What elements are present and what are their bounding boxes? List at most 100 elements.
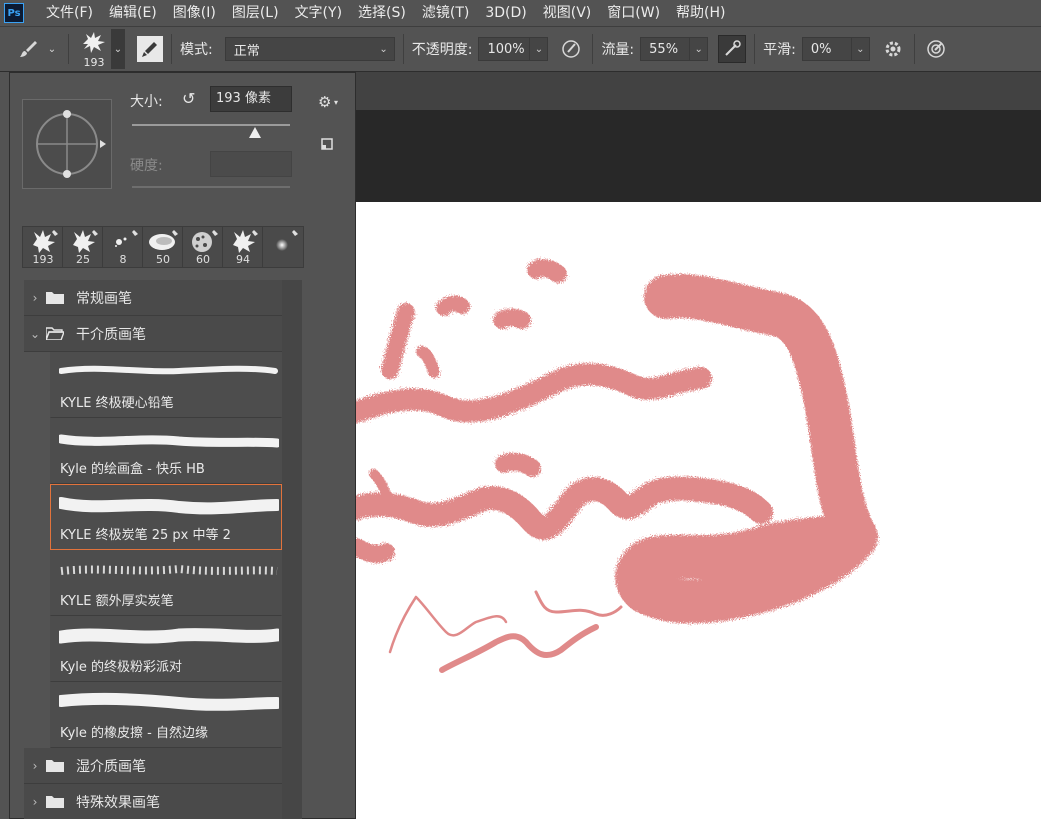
painted-strokes [356,258,878,673]
pencil-line [439,624,599,673]
brush-preset-item[interactable]: Kyle 的绘画盒 - 快乐 HB [50,418,282,484]
brush-group-wet-media[interactable]: › 湿介质画笔 [24,748,282,784]
recent-brush-size: 25 [76,253,90,266]
brush-preset-list: › 常规画笔 ⌄ 干介质画笔 KYLE 终极硬心铅笔 Kyle 的绘画盒 - 快… [24,280,282,819]
brush-settings-panel-icon[interactable] [137,36,163,62]
menu-view[interactable]: 视图(V) [535,0,600,26]
flow-value: 55% [649,41,679,57]
tool-preset-dropdown-icon[interactable]: ⌄ [44,29,60,69]
brush-stroke-preview [59,692,279,711]
group-label: 干介质画笔 [76,326,146,343]
menu-layer[interactable]: 图层(L) [224,0,287,26]
paint-stroke [527,258,567,283]
toolbar-strip [0,72,9,819]
airbrush-icon[interactable] [718,35,747,63]
gear-icon[interactable] [880,36,906,62]
brush-preset-picker[interactable]: 193 [77,29,111,69]
chevron-down-icon: ▾ [334,98,339,107]
group-label: 常规画笔 [76,290,132,307]
mode-select[interactable]: 正常 ⌄ [224,37,395,61]
recent-brush[interactable]: 60 [183,227,223,267]
chevron-right-icon: › [32,290,38,305]
menu-select[interactable]: 选择(S) [350,0,414,26]
brush-group-special-effects[interactable]: › 特殊效果画笔 [24,784,282,819]
opacity-input[interactable]: 100% [478,37,531,61]
size-slider-track[interactable] [132,124,290,126]
menu-3d[interactable]: 3D(D) [477,0,534,26]
recent-brush-size: 8 [119,253,127,266]
menu-window[interactable]: 窗口(W) [599,0,668,26]
brush-preset-item-selected[interactable]: KYLE 终极炭笔 25 px 中等 2 [50,484,282,550]
brush-name: Kyle 的橡皮擦 - 自然边缘 [60,726,208,741]
mode-label: 模式: [180,42,213,58]
menu-filter[interactable]: 滤镜(T) [414,0,477,26]
recent-brush[interactable]: 25 [63,227,103,267]
brush-preset-item[interactable]: Kyle 的橡皮擦 - 自然边缘 [50,682,282,748]
chevron-right-icon: › [32,758,38,773]
paint-stroke [356,363,712,423]
divider [402,34,404,64]
paint-stroke [356,538,395,564]
chevron-down-icon: ⌄ [379,43,388,55]
size-input[interactable]: 193 像素 [210,86,292,112]
divider [754,34,756,64]
brush-tool-icon[interactable] [14,29,44,69]
recent-brush[interactable]: 8 [103,227,143,267]
gear-icon[interactable]: ⚙ [318,93,331,111]
size-label: 大小: [130,94,163,110]
smoothing-dropdown-icon[interactable]: ⌄ [851,37,870,61]
pressure-opacity-icon[interactable] [558,36,584,62]
brush-name: Kyle 的终极粉彩派对 [60,660,183,675]
paint-stroke [369,469,391,499]
size-slider-thumb[interactable] [248,127,262,139]
mode-value: 正常 [233,43,260,59]
flow-dropdown-icon[interactable]: ⌄ [690,37,709,61]
chevron-down-icon: ⌄ [29,326,41,341]
brush-list-scrollbar[interactable] [282,280,302,819]
hardness-label: 硬度: [130,158,163,174]
brush-preset-item[interactable]: KYLE 额外厚实炭笔 [50,550,282,616]
brush-angle-roundness-control[interactable] [22,99,112,189]
brush-stroke-preview [59,434,279,448]
reset-size-icon[interactable]: ↺ [182,89,195,108]
group-label: 特殊效果画笔 [76,794,160,811]
opacity-value: 100% [487,41,525,57]
paint-stroke [436,295,470,316]
recent-brush-size: 193 [32,253,54,266]
recent-brush-size: 50 [156,253,170,266]
folder-icon [46,292,64,304]
brush-group-dry-media[interactable]: ⌄ 干介质画笔 [24,316,282,352]
opacity-dropdown-icon[interactable]: ⌄ [530,37,549,61]
flow-input[interactable]: 55% [640,37,691,61]
brush-group-general[interactable]: › 常规画笔 [24,280,282,316]
recent-brush[interactable]: 50 [143,227,183,267]
paint-stroke [356,476,773,540]
menu-bar: Ps 文件(F) 编辑(E) 图像(I) 图层(L) 文字(Y) 选择(S) 滤… [0,0,1041,26]
document-canvas[interactable] [356,202,1041,819]
photoshop-logo[interactable]: Ps [4,3,24,23]
brush-stroke-preview [59,497,279,515]
menu-file[interactable]: 文件(F) [38,0,101,26]
menu-help[interactable]: 帮助(H) [668,0,733,26]
brush-preset-item[interactable]: Kyle 的终极粉彩派对 [50,616,282,682]
recent-brush[interactable] [263,227,303,267]
brush-name: Kyle 的绘画盒 - 快乐 HB [60,462,205,477]
new-preset-icon[interactable] [320,137,334,151]
menu-type[interactable]: 文字(Y) [287,0,350,26]
paint-stroke [495,452,541,477]
brush-size-preview: 193 [83,56,105,69]
paint-stroke [615,274,878,624]
recent-brush[interactable]: 94 [223,227,263,267]
pencil-line [534,590,623,617]
recent-brush[interactable]: 193 [23,227,63,267]
smoothing-input[interactable]: 0% [801,37,852,61]
pressure-size-icon[interactable] [923,36,949,62]
brush-picker-toggle-icon[interactable]: ⌄ [111,29,125,69]
menu-image[interactable]: 图像(I) [165,0,224,26]
recent-brush-size: 60 [196,253,210,266]
smoothing-value: 0% [810,41,832,57]
menu-edit[interactable]: 编辑(E) [101,0,165,26]
smoothing-label: 平滑: [763,42,796,58]
open-folder-icon [46,327,64,340]
brush-preset-item[interactable]: KYLE 终极硬心铅笔 [50,352,282,418]
